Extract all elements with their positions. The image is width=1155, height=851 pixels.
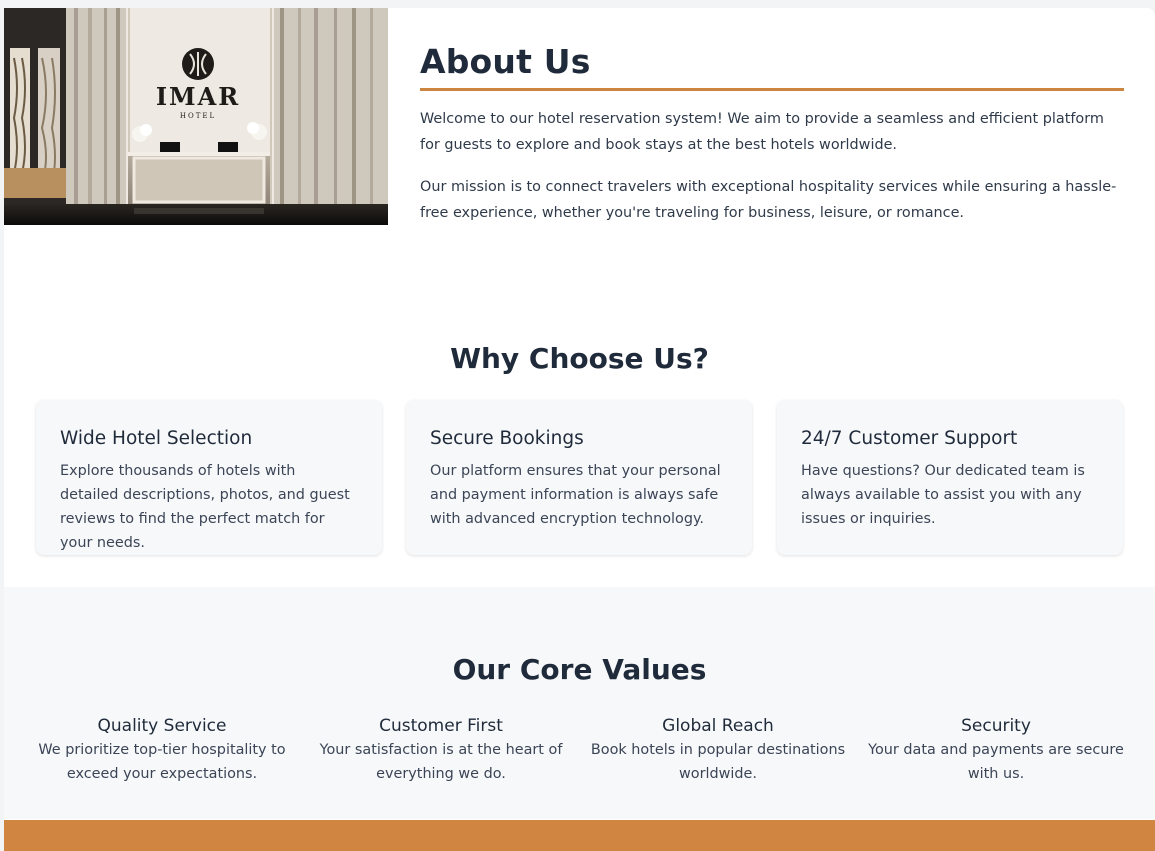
feature-card-text: Our platform ensures that your personal … — [430, 463, 721, 527]
core-value-quality-service: Quality Service We prioritize top-tier h… — [32, 714, 292, 786]
core-value-text: Book hotels in popular destinations worl… — [590, 742, 846, 782]
feature-card-secure-bookings: Secure Bookings Our platform ensures tha… — [406, 400, 752, 555]
about-paragraph-welcome: Welcome to our hotel reservation system!… — [420, 111, 1104, 153]
core-value-title: Quality Service — [97, 716, 227, 736]
footer-bar — [4, 820, 1155, 851]
feature-card-title: Wide Hotel Selection — [60, 428, 253, 449]
about-section: IMAR HOTEL About Us Welcome to our hotel… — [4, 8, 1155, 228]
logo-subtext: HOTEL — [180, 112, 216, 120]
feature-card-text: Explore thousands of hotels with detaile… — [60, 463, 350, 551]
feature-card-hotel-selection: Wide Hotel Selection Explore thousands o… — [36, 400, 382, 555]
core-value-security: Security Your data and payments are secu… — [866, 714, 1126, 786]
core-value-customer-first: Customer First Your satisfaction is at t… — [311, 714, 571, 786]
about-page: IMAR HOTEL About Us Welcome to our hotel… — [4, 8, 1155, 851]
feature-card-title: Secure Bookings — [430, 428, 584, 449]
core-value-text: We prioritize top-tier hospitality to ex… — [38, 742, 286, 782]
logo-text: IMAR — [156, 82, 240, 111]
about-title-underline — [420, 88, 1124, 91]
feature-card-title: 24/7 Customer Support — [801, 428, 1018, 449]
core-values-section: Our Core Values Quality Service We prior… — [4, 587, 1155, 819]
feature-cards: Wide Hotel Selection Explore thousands o… — [36, 400, 1124, 556]
hotel-lobby-image: IMAR HOTEL — [4, 8, 388, 225]
why-choose-title: Why Choose Us? — [450, 342, 709, 375]
core-value-text: Your data and payments are secure with u… — [868, 742, 1124, 782]
core-value-title: Global Reach — [662, 716, 774, 736]
core-value-text: Your satisfaction is at the heart of eve… — [319, 742, 563, 782]
feature-card-text: Have questions? Our dedicated team is al… — [801, 463, 1085, 527]
core-value-title: Customer First — [379, 716, 503, 736]
about-title: About Us — [420, 42, 591, 81]
core-value-title: Security — [961, 716, 1031, 736]
about-content: About Us Welcome to our hotel reservatio… — [420, 42, 1124, 226]
feature-card-customer-support: 24/7 Customer Support Have questions? Ou… — [777, 400, 1123, 555]
core-values-title: Our Core Values — [452, 653, 707, 686]
about-paragraph-mission: Our mission is to connect travelers with… — [420, 179, 1117, 221]
core-value-global-reach: Global Reach Book hotels in popular dest… — [588, 714, 848, 786]
